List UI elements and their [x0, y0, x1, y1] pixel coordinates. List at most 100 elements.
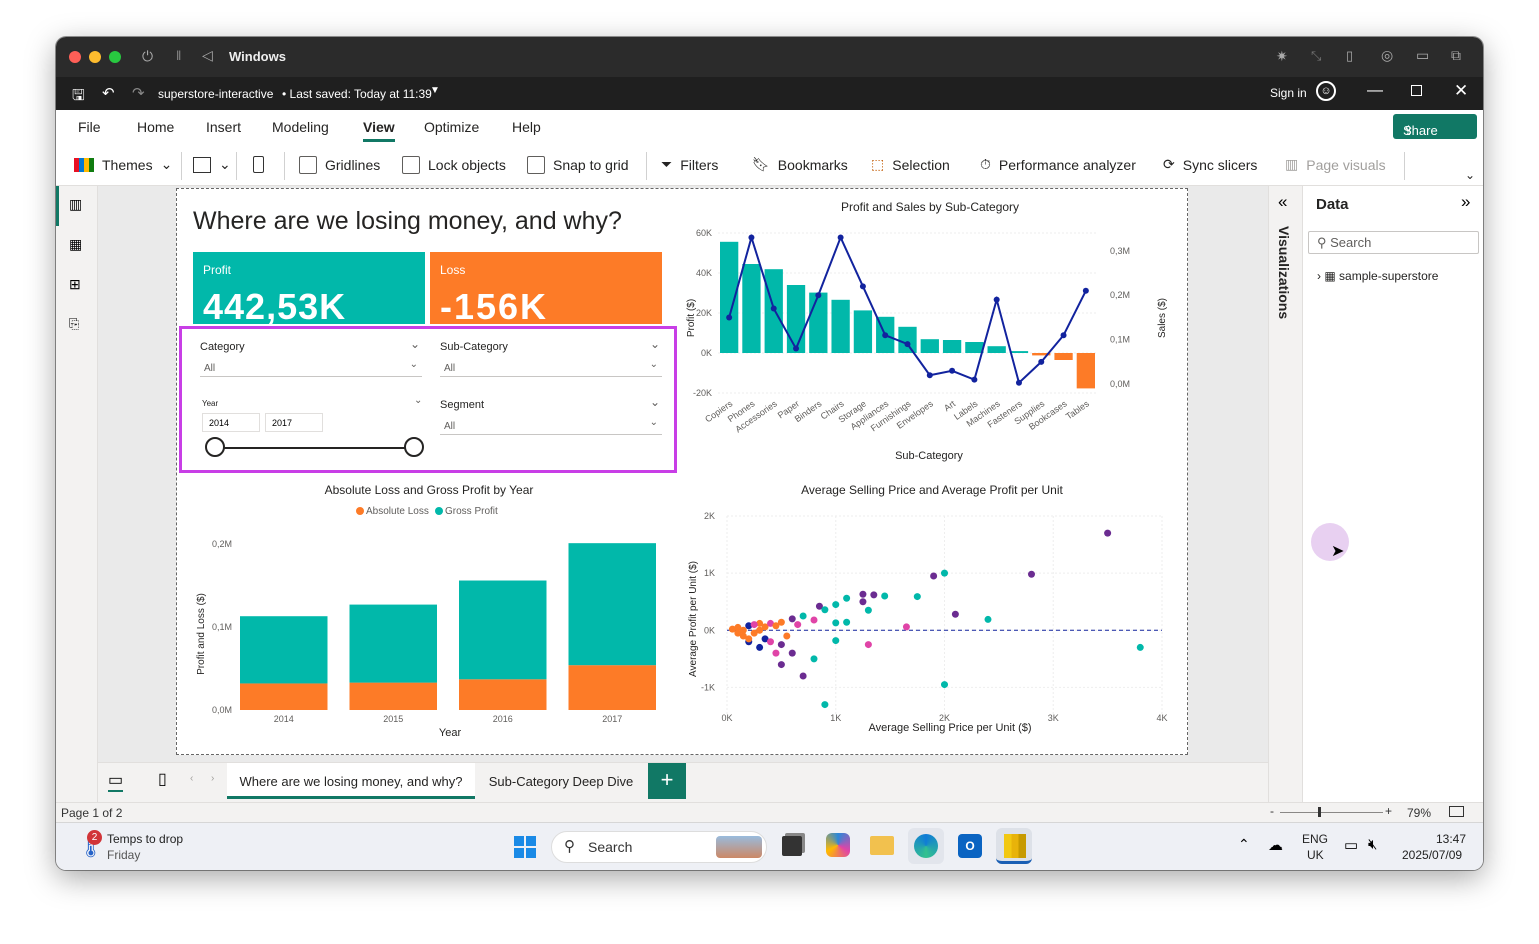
year-from-input[interactable]: 2014	[202, 413, 260, 432]
close-icon[interactable]: ✕	[1454, 81, 1468, 101]
year-slider-handle-start[interactable]	[205, 437, 225, 457]
filters-button[interactable]: ⏷ Filters	[661, 156, 718, 173]
file-explorer-icon[interactable]	[870, 836, 894, 855]
chevron-down-icon[interactable]: ⌄	[650, 395, 660, 409]
tab-page-2[interactable]: Sub-Category Deep Dive	[476, 763, 646, 799]
copilot-icon[interactable]	[826, 833, 850, 857]
mobile-layout-button[interactable]	[253, 156, 264, 173]
legend-loss[interactable]: Absolute Loss	[366, 506, 429, 517]
visualizations-tab[interactable]: Visualizations	[1276, 226, 1292, 319]
zoom-out-icon[interactable]: -	[1270, 804, 1274, 818]
windows-icon[interactable]: ⧉	[1451, 47, 1461, 64]
themes-button[interactable]: Themes ⌄	[74, 156, 172, 173]
menu-optimize[interactable]: Optimize	[424, 119, 479, 135]
task-view-icon[interactable]	[782, 836, 802, 856]
zoom-slider[interactable]	[1280, 812, 1383, 813]
menu-insert[interactable]: Insert	[206, 119, 241, 135]
model-view-icon[interactable]: ⊞	[69, 276, 81, 293]
chevron-down-icon[interactable]: ⌄	[414, 395, 422, 406]
menu-file[interactable]: File	[78, 119, 101, 135]
language-code[interactable]: ENG	[1302, 832, 1328, 846]
zoom-slider-thumb[interactable]	[1318, 807, 1321, 817]
share-button[interactable]: ⇪ Share ⌄	[1393, 114, 1477, 139]
pause-icon[interactable]: ‖	[176, 48, 181, 63]
disc-icon[interactable]: ◎	[1381, 47, 1393, 64]
subcategory-dropdown[interactable]: All ⌄	[440, 359, 662, 377]
add-page-button[interactable]: +	[648, 763, 686, 799]
avatar-icon[interactable]: ☺	[1316, 81, 1336, 101]
usb-icon[interactable]: ▯	[1346, 48, 1353, 64]
profit-sales-combo-chart[interactable]: Profit and Sales by Sub-Category Profit …	[682, 193, 1187, 468]
year-slider-track[interactable]	[215, 447, 415, 449]
sign-in[interactable]: Sign in	[1270, 86, 1307, 100]
file-name[interactable]: superstore-interactive	[158, 87, 273, 101]
year-to-input[interactable]: 2017	[265, 413, 323, 432]
menu-home[interactable]: Home	[137, 119, 174, 135]
zoom-in-icon[interactable]: +	[1385, 804, 1392, 818]
start-icon[interactable]	[514, 836, 536, 858]
taskbar-search[interactable]: ⚲ Search	[551, 831, 767, 863]
cloud-icon[interactable]: ☁	[1268, 836, 1283, 854]
gridlines-checkbox[interactable]: Gridlines	[299, 156, 380, 174]
back-icon[interactable]: ◁	[202, 47, 213, 64]
powerbi-icon[interactable]	[1004, 834, 1026, 858]
segment-dropdown[interactable]: All ⌄	[440, 417, 662, 435]
performance-analyzer-button[interactable]: ⏱ Performance analyzer	[980, 156, 1136, 173]
language-region[interactable]: UK	[1307, 848, 1324, 862]
outlook-icon[interactable]: O	[958, 834, 982, 858]
folder-icon[interactable]: ▭	[1416, 47, 1429, 64]
ribbon-expand-icon[interactable]: ⌄	[1465, 168, 1475, 182]
dax-view-icon[interactable]: ⎘	[69, 316, 79, 332]
volume-muted-icon[interactable]: 🔇︎	[1368, 836, 1377, 853]
collapse-left-icon[interactable]: «	[1278, 192, 1287, 212]
tab-page-1[interactable]: Where are we losing money, and why?	[227, 763, 475, 799]
save-icon[interactable]: 🖫	[72, 85, 85, 110]
collapse-right-icon[interactable]: »	[1461, 192, 1470, 212]
data-search-input[interactable]: ⚲ Search	[1308, 231, 1479, 254]
loss-profit-year-chart[interactable]: Absolute Loss and Gross Profit by Year A…	[182, 474, 677, 749]
desktop-layout-icon[interactable]: ▭	[108, 770, 124, 792]
chevron-down-icon[interactable]: ⌄	[410, 337, 420, 351]
price-profit-scatter-chart[interactable]: Average Selling Price and Average Profit…	[682, 474, 1187, 749]
menu-modeling[interactable]: Modeling	[272, 119, 329, 135]
chevron-up-icon[interactable]: ⌃	[1238, 836, 1250, 853]
report-view-icon[interactable]: ▥	[69, 196, 82, 213]
clock-time[interactable]: 13:47	[1436, 832, 1466, 846]
tab-next-icon[interactable]: ›	[211, 773, 214, 784]
lock-objects-checkbox[interactable]: Lock objects	[402, 156, 506, 174]
bookmarks-button[interactable]: 🔖︎ Bookmarks	[752, 156, 848, 173]
table-view-icon[interactable]: ▦	[69, 236, 82, 253]
chevron-down-icon[interactable]: ▼	[430, 85, 440, 96]
chevron-down-icon[interactable]: ⌄	[650, 337, 660, 351]
brightness-icon[interactable]: ✷	[1276, 48, 1288, 65]
minimize-icon[interactable]: —	[1367, 82, 1383, 100]
year-slider-handle-end[interactable]	[404, 437, 424, 457]
menu-help[interactable]: Help	[512, 119, 541, 135]
profit-card[interactable]: Profit 442,53K	[193, 252, 425, 327]
selection-button[interactable]: ⬚ Selection	[871, 156, 950, 173]
menu-view[interactable]: View	[363, 119, 395, 142]
weather-text[interactable]: Temps to drop	[107, 832, 183, 846]
fit-page-icon[interactable]	[1449, 806, 1464, 817]
legend-profit[interactable]: Gross Profit	[445, 506, 498, 517]
maximize-icon[interactable]	[1411, 85, 1422, 96]
category-dropdown[interactable]: All ⌄	[200, 359, 422, 377]
close-dot[interactable]	[69, 51, 81, 63]
table-sample-superstore[interactable]: › ▦ sample-superstore	[1317, 269, 1438, 283]
power-icon[interactable]: ⏻	[142, 48, 153, 65]
undo-icon[interactable]: ↶	[102, 84, 115, 102]
minimize-dot[interactable]	[89, 51, 101, 63]
snap-to-grid-checkbox[interactable]: Snap to grid	[527, 156, 629, 174]
page-view-button[interactable]: ⌄	[193, 156, 231, 173]
resize-icon[interactable]: ⤡	[1311, 48, 1321, 64]
mobile-layout-icon[interactable]: ▯	[158, 769, 167, 789]
redo-icon[interactable]: ↷	[132, 84, 145, 102]
sync-slicers-button[interactable]: ⟳ Sync slicers	[1163, 156, 1257, 173]
clock-date[interactable]: 2025/07/09	[1402, 848, 1462, 862]
network-icon[interactable]: ▭	[1344, 836, 1358, 854]
zoom-dot[interactable]	[109, 51, 121, 63]
tab-prev-icon[interactable]: ‹	[190, 773, 193, 784]
edge-icon[interactable]	[914, 834, 938, 858]
slicer-group[interactable]: Category ⌄ All ⌄ Sub-Category ⌄ All ⌄ Year…	[179, 326, 677, 473]
loss-card[interactable]: Loss -156K	[430, 252, 662, 327]
